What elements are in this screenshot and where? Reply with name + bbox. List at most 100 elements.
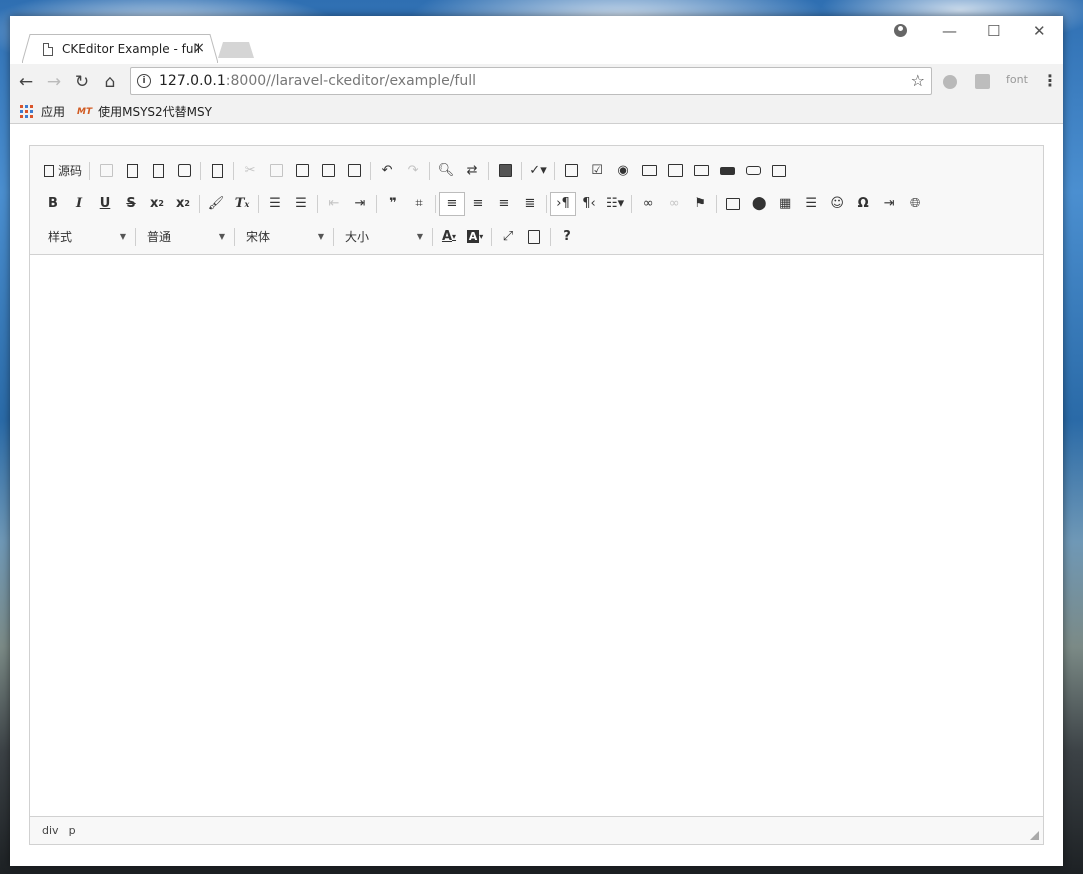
subscript-button[interactable]: x2	[144, 192, 170, 216]
account-icon[interactable]	[894, 24, 907, 37]
undo-button[interactable]: ↶	[374, 159, 400, 183]
new-tab-button[interactable]	[218, 42, 254, 58]
image-button[interactable]	[720, 192, 746, 216]
separator	[376, 194, 377, 213]
separator	[554, 161, 556, 180]
font-combo[interactable]: 宋体 ▼	[238, 225, 330, 249]
maximize-button[interactable]: ☐	[987, 22, 1000, 40]
checkbox-button[interactable]: ☑	[584, 159, 610, 183]
text-color-button[interactable]: A ▾	[436, 225, 462, 249]
paste-word-button[interactable]	[341, 159, 367, 183]
textarea-button[interactable]	[662, 159, 688, 183]
iframe-button[interactable]: 🌐︎	[902, 192, 928, 216]
about-button[interactable]: ?	[554, 225, 580, 249]
source-button[interactable]: 源码	[40, 159, 86, 183]
back-icon[interactable]: ←	[12, 72, 40, 92]
paste-button[interactable]	[289, 159, 315, 183]
maximize-editor-button[interactable]: ⤢	[495, 225, 521, 249]
form-button[interactable]	[558, 159, 584, 183]
close-button[interactable]: ✕	[1033, 22, 1046, 40]
bookmark-star-icon[interactable]: ☆	[911, 71, 925, 90]
blockquote-button[interactable]: ❞	[380, 192, 406, 216]
print-button[interactable]	[171, 159, 197, 183]
preview-button[interactable]	[145, 159, 171, 183]
strike-button[interactable]: S	[118, 192, 144, 216]
save-icon	[99, 164, 113, 177]
resize-handle-icon[interactable]	[1030, 831, 1039, 840]
path-item-div[interactable]: div	[42, 824, 59, 837]
create-div-button[interactable]: ⌗	[406, 192, 432, 216]
copy-format-button[interactable]: 🖌︎	[203, 192, 229, 216]
forward-icon[interactable]: →	[40, 72, 68, 92]
superscript-button[interactable]: x2	[170, 192, 196, 216]
reload-icon[interactable]: ↻	[68, 72, 96, 92]
justify-button[interactable]: ≣	[517, 192, 543, 216]
chevron-down-icon: ▼	[416, 232, 423, 241]
table-button[interactable]: ▦	[772, 192, 798, 216]
show-blocks-button[interactable]	[521, 225, 547, 249]
separator	[200, 161, 202, 180]
source-label: 源码	[58, 164, 83, 178]
styles-combo[interactable]: 样式 ▼	[40, 225, 132, 249]
special-char-button[interactable]: Ω	[850, 192, 876, 216]
tab-close-icon[interactable]: ×	[193, 41, 205, 55]
home-icon[interactable]: ⌂	[96, 72, 124, 92]
bold-button[interactable]: B	[40, 192, 66, 216]
bulleted-list-button[interactable]: ☰	[288, 192, 314, 216]
browser-tab[interactable]: CKEditor Example - full ×	[22, 34, 218, 63]
remove-format-button[interactable]: Tx	[229, 192, 255, 216]
replace-button[interactable]: ⇄	[459, 159, 485, 183]
templates-button[interactable]	[204, 159, 230, 183]
bookmark-msys[interactable]: MT 使用MSYS2代替MSY	[77, 103, 212, 120]
format-combo[interactable]: 普通 ▼	[139, 225, 231, 249]
link-button[interactable]: ∞	[635, 192, 661, 216]
address-bar[interactable]: i 127.0.0.1:8000//laravel-ckeditor/examp…	[130, 67, 932, 95]
outdent-button[interactable]: ⇤	[321, 192, 347, 216]
font-extension[interactable]: font	[1006, 73, 1028, 86]
select-field-button[interactable]	[688, 159, 714, 183]
spellcheck-button[interactable]: ✓▾	[525, 159, 551, 183]
new-page-button[interactable]	[119, 159, 145, 183]
path-item-p[interactable]: p	[69, 824, 76, 837]
bookmark-apps[interactable]: 应用	[20, 103, 65, 120]
numbered-list-button[interactable]: ☰	[262, 192, 288, 216]
align-left-button[interactable]: ≡	[439, 191, 465, 216]
save-button[interactable]	[93, 159, 119, 183]
minimize-button[interactable]: —	[942, 22, 957, 40]
search-icon: 🔍︎	[437, 163, 455, 178]
info-icon[interactable]: i	[137, 74, 151, 88]
redo-button[interactable]: ↷	[400, 159, 426, 183]
size-combo[interactable]: 大小 ▼	[337, 225, 429, 249]
align-right-button[interactable]: ≡	[491, 192, 517, 216]
select-all-button[interactable]	[492, 159, 518, 183]
editor-content-area[interactable]	[30, 255, 1043, 817]
copy-button[interactable]	[263, 159, 289, 183]
smiley-button[interactable]: ☺	[824, 192, 850, 216]
flash-button[interactable]: ⬤	[746, 192, 772, 216]
image-button-button[interactable]	[740, 159, 766, 183]
textfield-button[interactable]	[636, 159, 662, 183]
toolbar-row-3: 样式 ▼ 普通 ▼ 宋体 ▼ 大小 ▼ A ▾ A ▾ ⤢ ?	[40, 220, 1043, 253]
page-break-button[interactable]: ⇥	[876, 192, 902, 216]
language-button[interactable]: ☷▾	[602, 192, 628, 216]
paste-text-button[interactable]	[315, 159, 341, 183]
align-center-button[interactable]: ≡	[465, 192, 491, 216]
horizontal-rule-button[interactable]: ☰	[798, 192, 824, 216]
anchor-button[interactable]: ⚑	[687, 192, 713, 216]
pdf-extension-icon[interactable]	[975, 74, 990, 89]
rtl-button[interactable]: ¶‹	[576, 192, 602, 216]
bg-color-button[interactable]: A ▾	[462, 225, 488, 249]
unlink-button[interactable]: ∞	[661, 192, 687, 216]
hidden-field-button[interactable]	[766, 159, 792, 183]
cut-button[interactable]: ✂	[237, 159, 263, 183]
indent-button[interactable]: ⇥	[347, 192, 373, 216]
form-button-button[interactable]	[714, 159, 740, 183]
menu-icon[interactable]: ⋮	[1042, 71, 1058, 90]
find-button[interactable]: 🔍︎	[433, 159, 459, 183]
separator	[234, 227, 235, 246]
extension-circle-icon[interactable]	[943, 75, 957, 89]
ltr-button[interactable]: ›¶	[550, 191, 576, 216]
radio-button[interactable]: ◉	[610, 159, 636, 183]
italic-button[interactable]: I	[66, 192, 92, 216]
underline-button[interactable]: U	[92, 192, 118, 216]
